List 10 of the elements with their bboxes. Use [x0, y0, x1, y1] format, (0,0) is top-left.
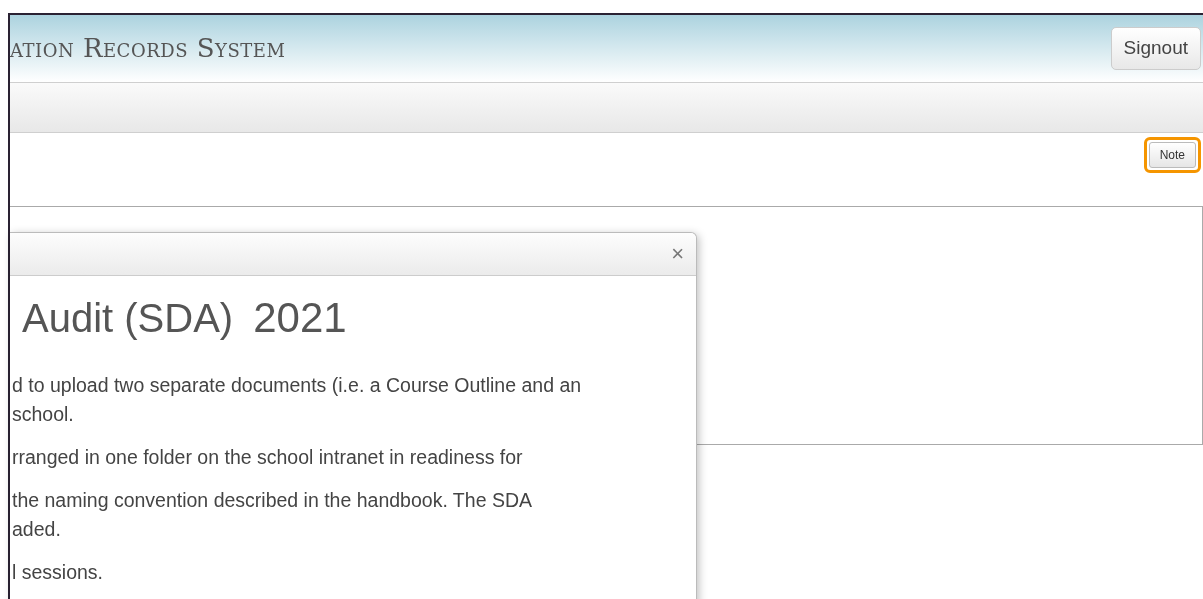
paragraph: the naming convention described in the handbook. The SDA aded. [11, 488, 533, 542]
paragraph: d to upload two separate documents (i.e. a Course Outline and an school. [11, 373, 583, 427]
close-button[interactable]: × [671, 243, 684, 265]
year-label: 2021 [253, 293, 347, 343]
signout-button[interactable]: Signout [1110, 27, 1201, 70]
app-title: ation Records System [10, 32, 286, 65]
modal-title: Audit (SDA) [22, 295, 234, 342]
paragraph: l sessions. [11, 560, 105, 585]
note-button[interactable]: Note [1148, 142, 1196, 168]
paragraph: rranged in one folder on the school intranet in readiness for [11, 445, 524, 470]
